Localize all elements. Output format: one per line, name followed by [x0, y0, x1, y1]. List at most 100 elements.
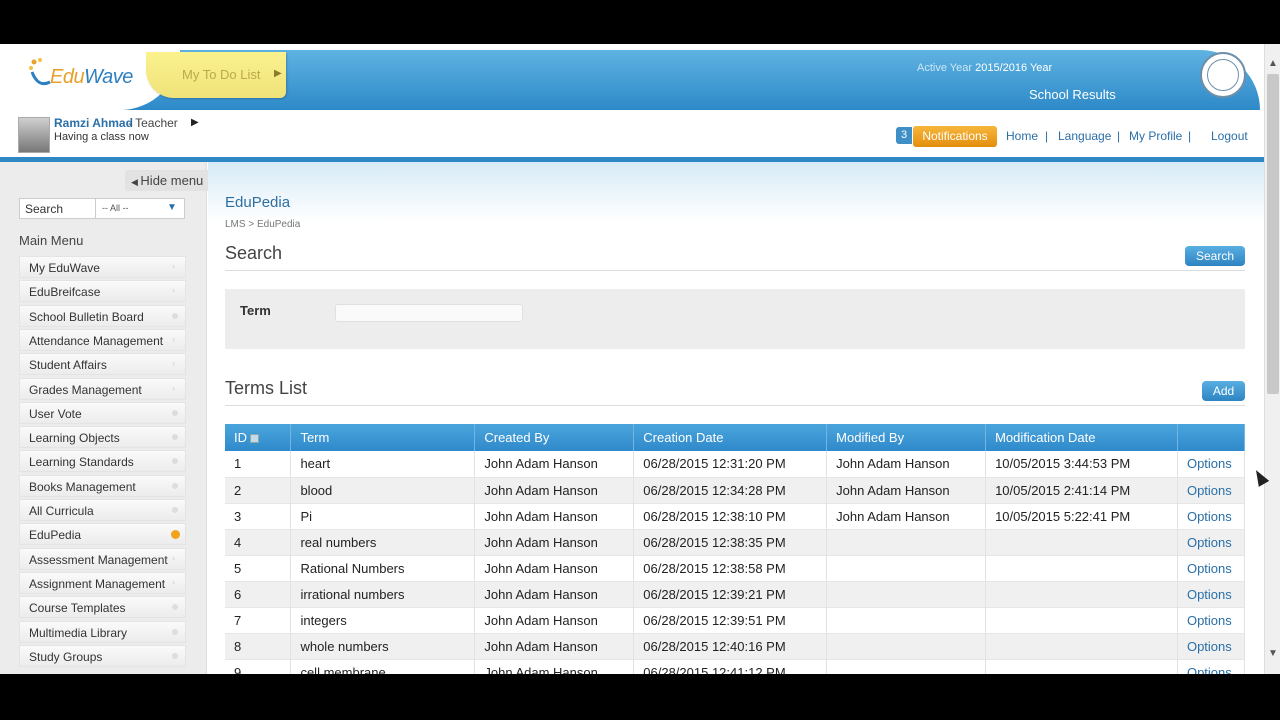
table-cell — [826, 555, 987, 582]
home-link[interactable]: Home — [1006, 129, 1038, 143]
options-link[interactable]: Options — [1177, 477, 1246, 504]
table-cell: 10/05/2015 3:44:53 PM — [985, 451, 1178, 478]
main-content: EduPedia LMS > EduPedia Search Search Te… — [208, 162, 1264, 674]
sidebar-item-multimedia-library[interactable]: Multimedia Library — [19, 620, 186, 643]
notifications-button[interactable]: Notifications — [913, 126, 997, 147]
column-header[interactable]: Creation Date — [633, 424, 828, 451]
sidebar-item-label: Multimedia Library — [29, 625, 128, 640]
table-cell: John Adam Hanson — [474, 659, 635, 674]
sidebar-item-student-affairs[interactable]: Student Affairs › — [19, 353, 186, 376]
sidebar-item-attendance-management[interactable]: Attendance Management › — [19, 328, 186, 351]
table-cell: 06/28/2015 12:40:16 PM — [633, 633, 828, 660]
options-link[interactable]: Options — [1177, 555, 1246, 582]
language-link[interactable]: Language — [1058, 129, 1111, 143]
table-cell: 10/05/2015 2:41:14 PM — [985, 477, 1178, 504]
options-link[interactable]: Options — [1177, 503, 1246, 530]
column-header[interactable]: Modification Date — [985, 424, 1178, 451]
sidebar-item-learning-objects[interactable]: Learning Objects — [19, 426, 186, 449]
table-cell: 06/28/2015 12:39:51 PM — [633, 607, 828, 634]
chevron-right-icon: › — [172, 261, 175, 271]
sidebar-item-grades-management[interactable]: Grades Management › — [19, 377, 186, 400]
column-header[interactable]: Term — [290, 424, 476, 451]
sidebar-search[interactable]: Search -- All -- ▼ — [19, 198, 185, 219]
vertical-scrollbar[interactable]: ▲ ▼ — [1264, 44, 1280, 674]
sidebar-item-assignment-management[interactable]: Assignment Management › — [19, 571, 186, 594]
sidebar-item-learning-standards[interactable]: Learning Standards — [19, 450, 186, 473]
notification-count-badge[interactable]: 3 — [896, 127, 912, 144]
column-header[interactable]: ID — [225, 424, 292, 451]
sidebar-item-assessment-management[interactable]: Assessment Management › — [19, 547, 186, 570]
table-cell: integers — [290, 607, 476, 634]
link-separator: | — [1117, 129, 1121, 143]
term-label: Term — [240, 303, 271, 318]
table-cell: John Adam Hanson — [826, 451, 987, 478]
column-header[interactable] — [1177, 424, 1246, 451]
sidebar-item-study-groups[interactable]: Study Groups — [19, 644, 186, 667]
table-cell: John Adam Hanson — [826, 503, 987, 530]
table-cell: real numbers — [290, 529, 476, 556]
sidebar-item-edupedia[interactable]: EduPedia — [19, 523, 186, 546]
options-link[interactable]: Options — [1177, 659, 1246, 674]
table-row: 8 whole numbers John Adam Hanson 06/28/2015… — [225, 633, 1246, 660]
sidebar-item-all-curricula[interactable]: All Curricula — [19, 499, 186, 521]
caret-right-icon[interactable]: ▶ — [191, 117, 199, 128]
breadcrumb[interactable]: LMS > EduPedia — [225, 219, 300, 230]
sidebar-item-label: School Bulletin Board — [29, 309, 144, 324]
chevron-right-icon: › — [172, 382, 175, 393]
column-header[interactable]: Created By — [474, 424, 635, 451]
eduwave-logo[interactable]: EduWave — [28, 56, 133, 92]
column-header[interactable]: Modified By — [826, 424, 987, 451]
logo-text: EduWave — [50, 66, 133, 88]
app-header: EduWave My To Do List ▶ Active Year 2015… — [0, 44, 1264, 110]
hide-menu-button[interactable]: ◀ Hide menu — [125, 170, 208, 191]
sidebar-item-books-management[interactable]: Books Management — [19, 474, 186, 497]
sidebar-item-course-templates[interactable]: Course Templates — [19, 596, 186, 619]
table-row: 7 integers John Adam Hanson 06/28/2015 12:3… — [225, 607, 1246, 634]
table-cell: 1 — [225, 451, 292, 478]
table-cell: irrational numbers — [290, 581, 476, 608]
add-button[interactable]: Add — [1202, 381, 1245, 401]
sort-icon[interactable] — [250, 434, 259, 444]
bullet-icon — [172, 628, 178, 635]
search-button[interactable]: Search — [1185, 246, 1245, 266]
table-row: 4 real numbers John Adam Hanson 06/28/2015 … — [225, 529, 1246, 556]
options-link[interactable]: Options — [1177, 607, 1246, 634]
options-link[interactable]: Options — [1177, 529, 1246, 556]
options-link[interactable]: Options — [1177, 633, 1246, 660]
sidebar-item-user-vote[interactable]: User Vote — [19, 401, 186, 424]
options-link[interactable]: Options — [1177, 451, 1246, 478]
logout-link[interactable]: Logout — [1211, 129, 1248, 143]
sidebar-item-label: EduPedia — [29, 528, 82, 543]
chevron-right-icon: › — [172, 358, 175, 369]
options-link[interactable]: Options — [1177, 581, 1246, 608]
user-status: Having a class now — [54, 131, 149, 143]
terms-table: ID Term Created By Creation Date Modified By… — [225, 424, 1246, 674]
divider — [225, 270, 1245, 271]
todo-list-tab[interactable]: My To Do List ▶ — [146, 52, 286, 98]
sidebar-item-my-eduwave[interactable]: My EduWave › — [19, 256, 186, 278]
sidebar-item-edubreifcase[interactable]: EduBreifcase › — [19, 280, 186, 303]
filter-select[interactable]: -- All -- — [102, 203, 129, 213]
bullet-icon — [172, 482, 178, 489]
search-input[interactable]: Search — [25, 202, 63, 216]
term-input[interactable] — [335, 304, 523, 322]
table-cell: John Adam Hanson — [474, 555, 635, 582]
table-cell: blood — [290, 477, 476, 504]
my-profile-link[interactable]: My Profile — [1129, 129, 1182, 143]
chevron-down-icon[interactable]: ▼ — [167, 202, 177, 213]
sidebar-item-label: Attendance Management — [29, 333, 164, 348]
scroll-down-icon[interactable]: ▼ — [1268, 648, 1278, 659]
todo-list-label: My To Do List — [182, 67, 261, 82]
table-cell: 8 — [225, 633, 292, 660]
table-cell: 5 — [225, 555, 292, 582]
scroll-up-icon[interactable]: ▲ — [1268, 58, 1278, 69]
table-cell: 9 — [225, 659, 292, 674]
scrollbar-thumb[interactable] — [1267, 74, 1279, 394]
user-name[interactable]: Ramzi Ahmad — [54, 116, 133, 130]
table-cell: 06/28/2015 12:41:12 PM — [633, 659, 828, 674]
table-cell: heart — [290, 451, 476, 478]
link-separator: | — [1045, 129, 1049, 143]
sidebar-item-school-bulletin-board[interactable]: School Bulletin Board — [19, 304, 186, 327]
table-row: 2 blood John Adam Hanson 06/28/2015 12:34:2… — [225, 477, 1246, 504]
avatar[interactable] — [18, 117, 50, 153]
